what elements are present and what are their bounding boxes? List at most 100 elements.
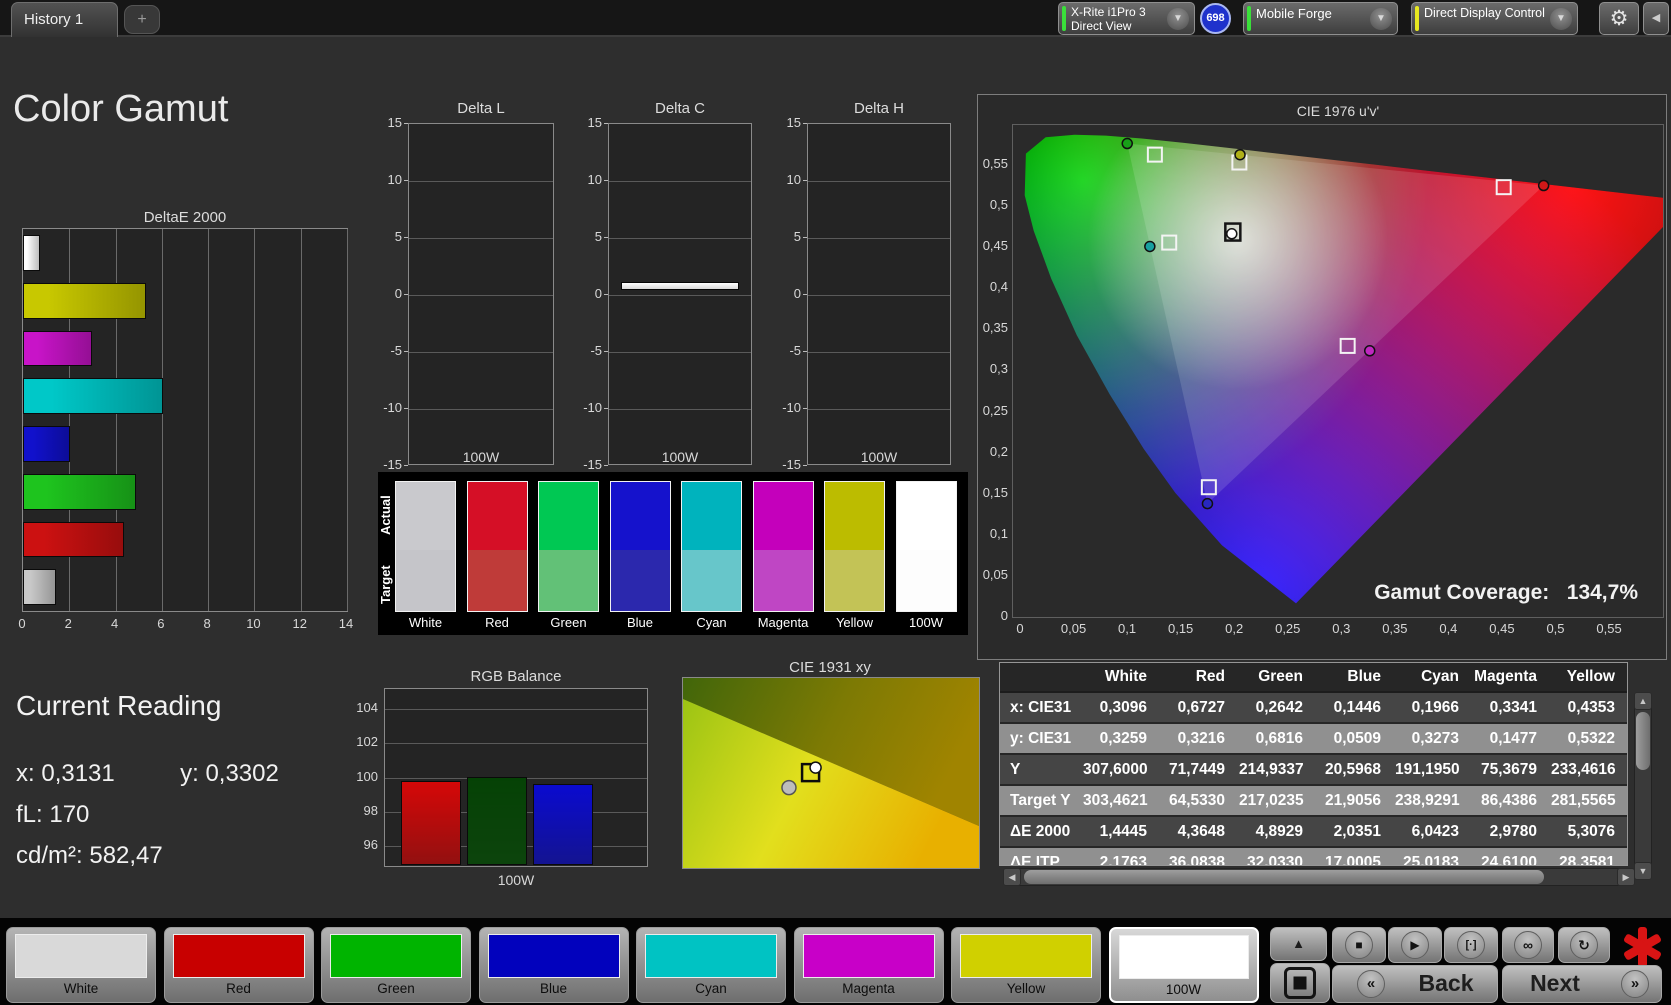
gamut-coverage-label: Gamut Coverage: [1374,581,1550,604]
measured-marker-blue [1201,497,1214,510]
delta-y-tick [404,123,408,124]
delta-y-tick-label: 10 [587,172,602,187]
reading-fl-label: fL: [16,801,43,828]
current-reading-heading: Current Reading [16,690,222,721]
chevron-down-icon[interactable]: ▼ [1370,7,1392,30]
tab-history[interactable]: History 1 [11,2,118,37]
scroll-up-button[interactable]: ▲ [1634,692,1652,710]
delta-gridline [808,295,950,296]
swatch-actual [610,482,670,550]
asterisk-indicator-icon [1620,925,1664,969]
new-tab-button[interactable]: + [124,5,160,34]
table-cell-yellow: 0,4353 [1567,699,1615,716]
delta-gridline [808,181,950,182]
interval-icon: [·] [1457,931,1485,959]
table-cell-red: 0,6727 [1177,699,1225,716]
table-col-header-white: White [1104,668,1147,685]
rgb-balance-title: RGB Balance [470,668,562,685]
deltae-gridline [161,229,163,611]
table-cell-magenta: 0,1477 [1489,730,1537,747]
reading-fl-value: 170 [49,801,90,828]
meter-dropdown[interactable]: X-Rite i1Pro 3 Direct View ▼ [1058,2,1195,35]
chevron-down-icon[interactable]: ▼ [1167,7,1189,30]
table-v-scrollbar-thumb[interactable] [1636,712,1650,770]
cie1976-y-tick-label: 0,25 [982,402,1008,418]
table-h-scrollbar-thumb[interactable] [1024,870,1544,884]
pattern-button-100w[interactable]: 100W [1108,927,1259,1003]
loop-button[interactable]: ↻ [1558,927,1610,963]
next-button[interactable]: Next » [1502,965,1662,1003]
deltae-x-tick-label: 6 [157,616,165,631]
chevron-down-icon[interactable]: ▼ [1550,7,1572,30]
table-cell-blue: 20,5968 [1324,761,1381,778]
delta-gridline [409,181,553,182]
delta-y-tick [404,408,408,409]
table-cell-white: 0,3096 [1099,699,1147,716]
delta-value-bar [621,282,739,291]
back-button-label: Back [1418,970,1474,996]
table-cell-yellow: 28,3581 [1558,854,1615,866]
pattern-window-button[interactable] [1270,963,1330,1003]
stop-button[interactable]: ■ [1332,927,1386,963]
swatch-label: Blue [626,615,654,630]
chevron-up-icon: ▲ [1292,936,1305,951]
reading-x-value: 0,3131 [41,760,115,787]
pattern-button-red[interactable]: Red [163,927,314,1003]
delta-y-tick-label: -10 [583,400,602,415]
pattern-button-green[interactable]: Green [321,927,471,1003]
table-row-target-y: Target Y 303,4621 64,5330 217,0235 21,9056 23… [1000,786,1627,817]
table-cell-white: 1,4445 [1099,823,1147,840]
delta-y-tick-label: 0 [793,286,801,301]
measured-marker-red [1537,179,1550,192]
delta-y-tick-label: -5 [390,343,402,358]
delta-x-label: 100W [462,449,500,465]
pattern-button-yellow[interactable]: Yellow [951,927,1101,1003]
pattern-up-button[interactable]: ▲ [1270,927,1327,961]
delta-y-tick-label: -10 [383,400,402,415]
table-row-label: Target Y [1010,792,1071,809]
infinity-button[interactable]: ∞ [1502,927,1554,963]
pattern-button-magenta[interactable]: Magenta [793,927,944,1003]
stop-icon: ■ [1345,931,1373,959]
target-row-label: Target [378,565,393,604]
delta-y-tick [404,180,408,181]
pattern-button-white[interactable]: White [6,927,156,1003]
delta-y-tick [604,351,608,352]
pattern-button-blue[interactable]: Blue [478,927,629,1003]
delta-y-tick-label: 10 [387,172,402,187]
scroll-left-button[interactable]: ◀ [1003,868,1021,886]
delta-chart-delta-l [408,123,554,465]
cie1976-y-tick-label: 0,2 [989,443,1008,459]
pattern-button-label: Magenta [842,981,895,996]
pattern-button-cyan[interactable]: Cyan [636,927,786,1003]
scroll-right-button[interactable]: ▶ [1617,868,1635,886]
table-cell-red: 36,0838 [1168,854,1225,866]
reading-cd-value: 582,47 [89,842,163,869]
source-status-strip [1247,6,1251,31]
measured-marker-cyan [1144,240,1156,253]
table-cell-green: 4,8929 [1255,823,1303,840]
interval-button[interactable]: [·] [1444,927,1498,963]
back-button[interactable]: « Back [1332,965,1498,1003]
delta-y-tick [604,408,608,409]
swatch-actual [896,482,956,550]
delta-chart-delta-h [807,123,951,465]
play-button[interactable]: ▶ [1388,927,1442,963]
settings-button[interactable]: ⚙ [1599,2,1639,35]
actual-row-label: Actual [378,495,393,536]
gamut-coverage: Gamut Coverage: 134,7% [1200,581,1638,605]
deltae-x-tick-label: 12 [292,616,307,631]
scroll-down-button[interactable]: ▼ [1634,862,1652,880]
workflow-dropdown[interactable]: Direct Display Control ▼ [1411,2,1578,35]
cie1976-y-tick-label: 0,4 [989,279,1008,295]
cie1976-y-tick-label: 0,3 [989,361,1008,377]
collapse-panel-button[interactable]: ◀ [1643,2,1669,35]
source-dropdown[interactable]: Mobile Forge ▼ [1243,2,1398,35]
cie1976-x-tick-label: 0,4 [1439,621,1458,636]
table-col-header-yellow: Yellow [1566,668,1615,685]
delta-y-tick-label: 15 [786,115,801,130]
deltae-bar-magenta [23,330,92,367]
swatch-target [467,550,527,611]
table-row-label: ΔE ITP [1010,854,1060,866]
swatch-label: 100W [909,615,943,630]
